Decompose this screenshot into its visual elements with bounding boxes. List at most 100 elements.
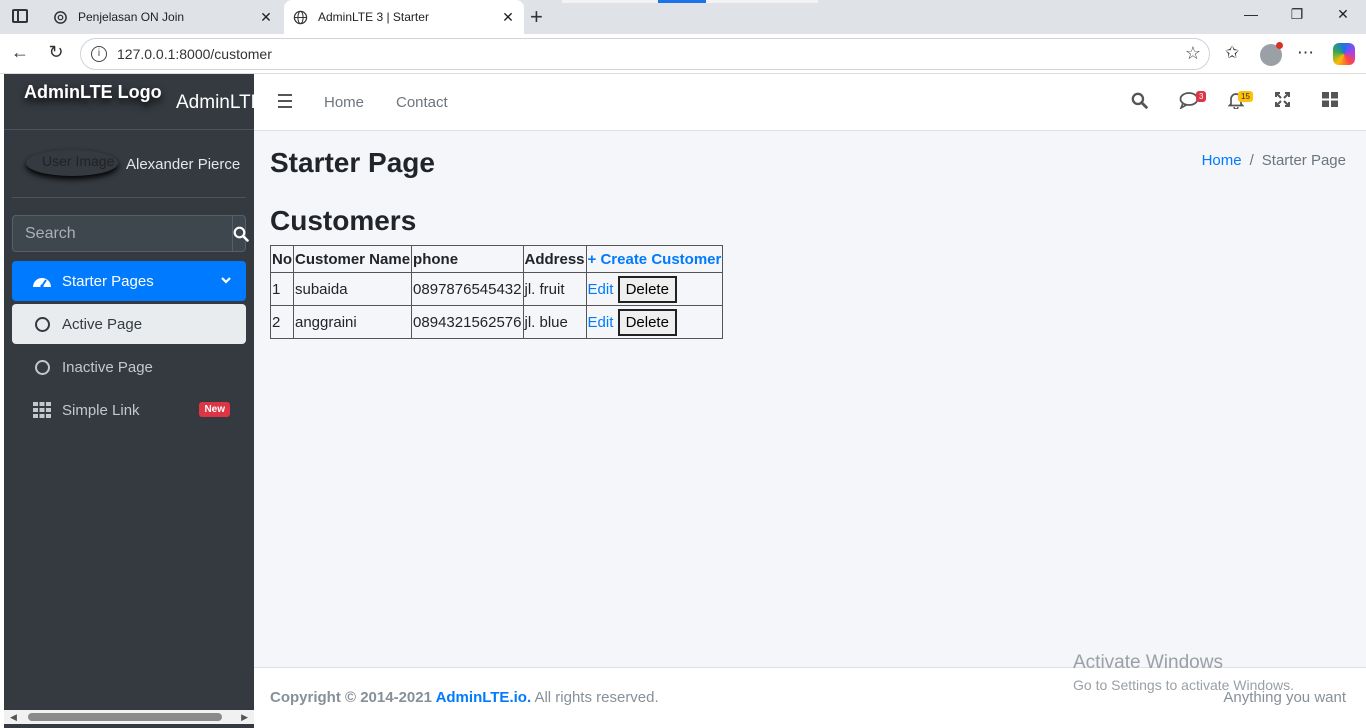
browser-tab-2[interactable]: AdminLTE 3 | Starter ✕ [284,0,524,34]
breadcrumb-home-link[interactable]: Home [1202,152,1242,169]
search-icon [233,226,249,242]
new-badge: New [199,402,230,417]
activate-windows-watermark: Activate Windows Go to Settings to activ… [1073,652,1294,693]
scroll-right-icon[interactable]: ▶ [241,712,248,723]
brand-link[interactable]: AdminLTE Logo AdminLTE 3 [4,74,279,130]
tab-strip-divider [706,0,818,3]
chevron-down-icon [220,273,232,290]
cell-no: 1 [270,272,294,306]
favorites-icon[interactable]: ✩ [1225,43,1239,63]
search-icon[interactable] [1131,92,1148,114]
edit-link[interactable]: Edit [588,281,614,298]
delete-button[interactable]: Delete [617,308,677,336]
cell-phone: 0897876545432 [411,272,524,306]
profile-alert-dot [1276,42,1283,49]
cell-address: jl. fruit [522,272,587,306]
grid-icon [32,402,52,418]
cell-actions: Edit Delete [585,272,724,306]
column-header-address: Address [522,245,587,273]
main-sidebar: AdminLTE Logo AdminLTE 3 User Image Alex… [4,74,279,728]
tab-strip-divider [562,0,658,3]
cell-no: 2 [270,305,294,339]
sidebar-item-starter-pages[interactable]: Starter Pages [12,261,246,301]
sidebar-item-active-page[interactable]: Active Page [12,304,246,344]
tab-title: AdminLTE 3 | Starter [318,10,429,24]
user-panel: User Image Alexander Pierce [12,130,246,198]
notifications-badge: 15 [1238,91,1253,102]
new-tab-icon[interactable]: + [530,4,543,30]
tab-title: Penjelasan ON Join [78,10,185,24]
scrollbar-thumb[interactable] [28,713,222,721]
dashboard-icon [32,273,52,289]
adminlte-link[interactable]: AdminLTE.io. [436,689,532,706]
minimize-icon[interactable]: — [1228,6,1274,22]
breadcrumb: Home / Starter Page [1202,152,1346,169]
cell-actions: Edit Delete [585,305,724,339]
section-title: Customers [270,205,417,236]
column-header-name: Customer Name [292,245,413,273]
close-tab-icon[interactable]: ✕ [498,9,518,26]
nav-home-link[interactable]: Home [324,94,364,111]
top-navbar: Home Contact 3 15 [254,74,1366,131]
table-row: 1 subaida 0897876545432 jl. fruit Edit D… [270,272,724,306]
column-header-actions: + Create Customer [585,245,724,273]
watermark-subtitle: Go to Settings to activate Windows. [1073,677,1294,693]
brand-logo: AdminLTE Logo [24,82,162,102]
breadcrumb-current: Starter Page [1261,152,1346,169]
nav-contact-link[interactable]: Contact [396,94,448,111]
reload-icon[interactable]: ↻ [44,42,68,63]
content-wrapper: Starter Page Home / Starter Page Customers… [254,131,1366,667]
chatgpt-icon [52,9,68,25]
copilot-icon[interactable] [1333,43,1355,65]
circle-icon [32,316,52,332]
scroll-left-icon[interactable]: ◀ [10,712,17,723]
tab-strip-accent [658,0,706,3]
copyright-prefix: Copyright © 2014-2021 [270,689,436,706]
cell-name: subaida [292,272,413,306]
control-sidebar-icon[interactable] [1322,92,1338,112]
edit-link[interactable]: Edit [588,314,614,331]
table-row: 2 anggraini 0894321562576 jl. blue Edit … [270,305,724,339]
cell-address: jl. blue [522,305,587,339]
sidebar-search [12,215,249,252]
browser-tab-1[interactable]: Penjelasan ON Join ✕ [44,0,282,34]
sidebar-item-simple-link[interactable]: Simple Link New [12,390,246,430]
menu-toggle-icon[interactable] [278,94,292,112]
url-field[interactable]: i 127.0.0.1:8000/customer ☆ [80,38,1210,70]
restore-icon[interactable]: ❐ [1274,6,1320,23]
breadcrumb-separator: / [1249,152,1254,169]
copyright-text: Copyright © 2014-2021 AdminLTE.io. All r… [270,689,659,706]
close-tab-icon[interactable]: ✕ [256,9,276,26]
url-text: 127.0.0.1:8000/customer [117,46,272,62]
table-header-row: No Customer Name phone Address + Create … [270,245,724,273]
column-header-phone: phone [411,245,524,273]
tab-actions-icon[interactable] [12,9,28,23]
sidebar-menu: Starter Pages Active Page Inactive Page … [12,261,246,433]
close-window-icon[interactable]: ✕ [1320,6,1366,23]
sidebar-search-input[interactable] [13,216,232,251]
messages-badge: 3 [1196,91,1207,102]
watermark-title: Activate Windows [1073,652,1223,673]
favorite-star-icon[interactable]: ☆ [1185,43,1201,64]
create-customer-link[interactable]: + Create Customer [588,251,722,268]
sidebar-item-label: Simple Link [62,401,140,419]
delete-button[interactable]: Delete [617,275,677,303]
cell-name: anggraini [292,305,413,339]
back-icon[interactable]: ← [8,42,32,63]
sidebar-item-label: Starter Pages [62,272,154,290]
user-avatar: User Image [26,150,118,176]
browser-tab-bar: Penjelasan ON Join ✕ AdminLTE 3 | Starte… [0,0,1366,34]
sidebar-search-button[interactable] [232,216,249,251]
address-bar-row: ← ↻ i 127.0.0.1:8000/customer ☆ ✩ ⋯ [0,34,1366,74]
copyright-suffix: All rights reserved. [531,689,659,706]
sidebar-item-inactive-page[interactable]: Inactive Page [12,347,246,387]
site-info-icon[interactable]: i [91,46,107,62]
customers-table: No Customer Name phone Address + Create … [270,245,724,339]
fullscreen-icon[interactable] [1275,92,1290,112]
sidebar-scrollbar[interactable]: ◀ ▶ [4,710,254,724]
user-name-link[interactable]: Alexander Pierce [126,156,240,173]
globe-icon [292,9,308,25]
sidebar-item-label: Inactive Page [62,358,153,376]
more-options-icon[interactable]: ⋯ [1297,43,1314,63]
cell-phone: 0894321562576 [411,305,524,339]
